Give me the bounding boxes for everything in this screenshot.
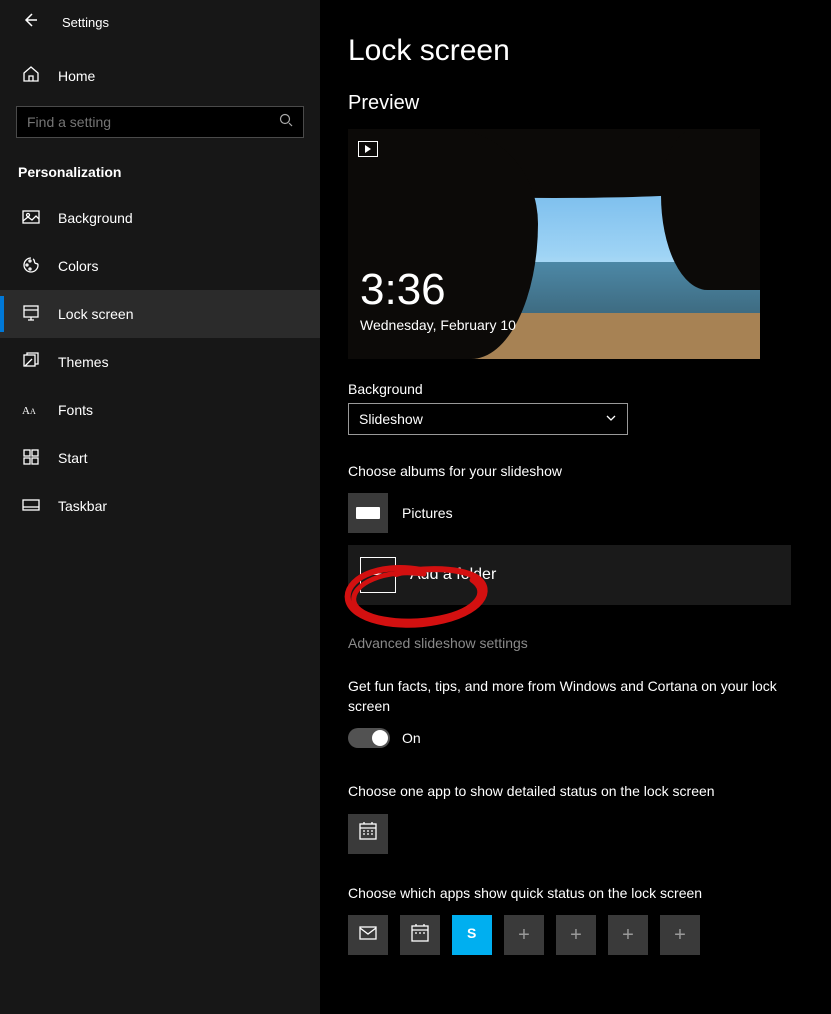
calendar-icon [410, 923, 430, 948]
advanced-settings-link[interactable]: Advanced slideshow settings [348, 635, 791, 651]
back-button[interactable] [22, 12, 38, 33]
nav-item-start[interactable]: Start [0, 434, 320, 482]
add-folder-button[interactable]: + Add a folder [348, 545, 791, 605]
page-title: Lock screen [348, 34, 791, 68]
nav-label: Background [58, 210, 133, 226]
sidebar: Settings Home Personalization Background… [0, 0, 320, 1014]
plus-icon: + [360, 557, 396, 593]
svg-text:A: A [30, 407, 36, 416]
fun-facts-description: Get fun facts, tips, and more from Windo… [348, 677, 791, 716]
album-item[interactable]: Pictures [348, 493, 791, 533]
quick-app-slot-empty[interactable]: + [556, 915, 596, 955]
background-label: Background [348, 381, 791, 397]
nav-label: Colors [58, 258, 98, 274]
nav-item-lockscreen[interactable]: Lock screen [0, 290, 320, 338]
lockscreen-preview: 3:36 Wednesday, February 10 [348, 129, 760, 359]
quick-status-label: Choose which apps show quick status on t… [348, 884, 791, 904]
chevron-down-icon [605, 411, 617, 427]
search-input[interactable] [27, 114, 279, 130]
nav-item-colors[interactable]: Colors [0, 242, 320, 290]
mail-icon [358, 923, 378, 948]
folder-thumb-icon [348, 493, 388, 533]
plus-icon: + [570, 924, 582, 947]
nav-home[interactable]: Home [0, 53, 320, 98]
palette-icon [22, 256, 40, 277]
plus-icon: + [674, 924, 686, 947]
quick-app-slot-empty[interactable]: + [504, 915, 544, 955]
preview-heading: Preview [348, 92, 791, 115]
nav-label: Lock screen [58, 306, 133, 322]
nav-home-label: Home [58, 68, 95, 84]
toggle-state-label: On [402, 730, 421, 746]
quick-app-slot-empty[interactable]: + [608, 915, 648, 955]
search-input-wrap[interactable] [16, 106, 304, 138]
dropdown-value: Slideshow [359, 411, 423, 427]
themes-icon [22, 352, 40, 373]
lockscreen-icon [22, 304, 40, 325]
album-name: Pictures [402, 505, 453, 521]
quick-app-calendar[interactable] [400, 915, 440, 955]
nav-item-background[interactable]: Background [0, 194, 320, 242]
calendar-icon [358, 821, 378, 846]
picture-icon [22, 208, 40, 229]
titlebar: Settings [0, 0, 320, 45]
slideshow-icon [358, 141, 378, 157]
nav-label: Taskbar [58, 498, 107, 514]
window-title: Settings [62, 15, 109, 30]
nav-item-fonts[interactable]: AA Fonts [0, 386, 320, 434]
preview-time: 3:36 [360, 265, 446, 315]
albums-heading: Choose albums for your slideshow [348, 463, 791, 479]
main-content: Lock screen Preview 3:36 Wednesday, Febr… [320, 0, 831, 1014]
skype-icon: S [463, 924, 481, 947]
plus-icon: + [518, 924, 530, 947]
nav-item-taskbar[interactable]: Taskbar [0, 482, 320, 530]
svg-text:A: A [22, 405, 30, 417]
background-dropdown[interactable]: Slideshow [348, 403, 628, 435]
quick-app-mail[interactable] [348, 915, 388, 955]
add-folder-label: Add a folder [410, 566, 496, 584]
svg-text:S: S [467, 925, 476, 941]
plus-icon: + [622, 924, 634, 947]
start-icon [22, 448, 40, 469]
quick-app-slot-empty[interactable]: + [660, 915, 700, 955]
quick-app-skype[interactable]: S [452, 915, 492, 955]
nav-label: Start [58, 450, 88, 466]
nav-item-themes[interactable]: Themes [0, 338, 320, 386]
fonts-icon: AA [22, 400, 40, 421]
detailed-app-slot[interactable] [348, 814, 388, 854]
fun-facts-toggle[interactable] [348, 728, 390, 748]
search-icon [279, 113, 293, 132]
nav-label: Themes [58, 354, 109, 370]
nav-label: Fonts [58, 402, 93, 418]
category-heading: Personalization [0, 150, 320, 194]
home-icon [22, 65, 40, 86]
preview-date: Wednesday, February 10 [360, 317, 516, 333]
taskbar-icon [22, 496, 40, 517]
detailed-status-label: Choose one app to show detailed status o… [348, 782, 791, 802]
